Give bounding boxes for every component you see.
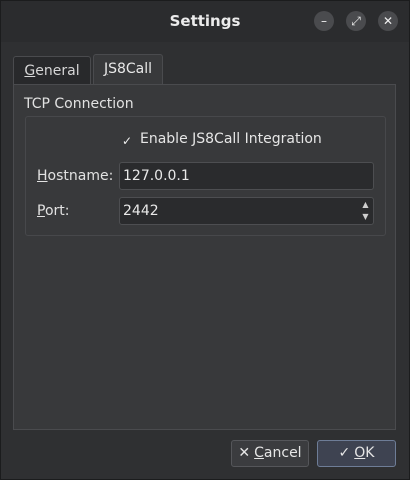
tcp-connection-group: ✓ Enable JS8Call Integration Hostname: 12… <box>25 116 386 236</box>
restore-icon[interactable]: ⤢ <box>346 11 366 31</box>
ok-button[interactable]: ✓ OK <box>317 440 396 467</box>
close-icon: ✕ <box>238 445 251 461</box>
port-spinbox[interactable]: 2442 ▲ ▼ <box>119 197 374 225</box>
hostname-mnemonic: H <box>37 168 48 184</box>
port-label-text: ort: <box>44 203 70 219</box>
cancel-mnemonic: C <box>254 445 264 461</box>
port-value: 2442 <box>123 203 159 219</box>
port-mnemonic: P <box>37 203 45 219</box>
tab-general-label: eneral <box>35 63 80 79</box>
enable-integration-checkbox[interactable]: ✓ Enable JS8Call Integration <box>120 131 322 148</box>
hostname-value: 127.0.0.1 <box>123 168 190 184</box>
settings-window: Settings – ⤢ ✕ General JS8Call TCP Conne… <box>0 0 410 480</box>
check-icon: ✓ <box>338 445 351 461</box>
title-bar[interactable]: Settings – ⤢ ✕ <box>1 1 409 42</box>
tab-js8call[interactable]: JS8Call <box>93 54 163 85</box>
spin-down-icon[interactable]: ▼ <box>359 211 372 223</box>
tab-general-mnemonic: G <box>24 63 36 79</box>
cancel-label: ancel <box>263 445 302 461</box>
cancel-button[interactable]: ✕ Cancel <box>231 440 309 467</box>
ok-mnemonic: O <box>354 445 366 461</box>
tab-js8call-label: S8Call <box>108 61 153 77</box>
hostname-label-text: ostname: <box>47 168 114 184</box>
ok-label: K <box>365 445 375 461</box>
minimize-icon[interactable]: – <box>314 11 334 31</box>
tab-panel: TCP Connection ✓ Enable JS8Call Integrati… <box>13 84 396 430</box>
tab-general[interactable]: General <box>13 56 91 85</box>
spin-up-icon[interactable]: ▲ <box>359 199 372 211</box>
enable-integration-label: Enable JS8Call Integration <box>140 131 322 147</box>
hostname-field[interactable]: 127.0.0.1 <box>119 162 374 190</box>
group-title: TCP Connection <box>24 96 134 112</box>
port-label: Port: <box>37 203 69 219</box>
check-icon[interactable]: ✓ <box>120 134 134 148</box>
close-icon[interactable]: ✕ <box>378 11 398 31</box>
hostname-label: Hostname: <box>37 168 113 184</box>
